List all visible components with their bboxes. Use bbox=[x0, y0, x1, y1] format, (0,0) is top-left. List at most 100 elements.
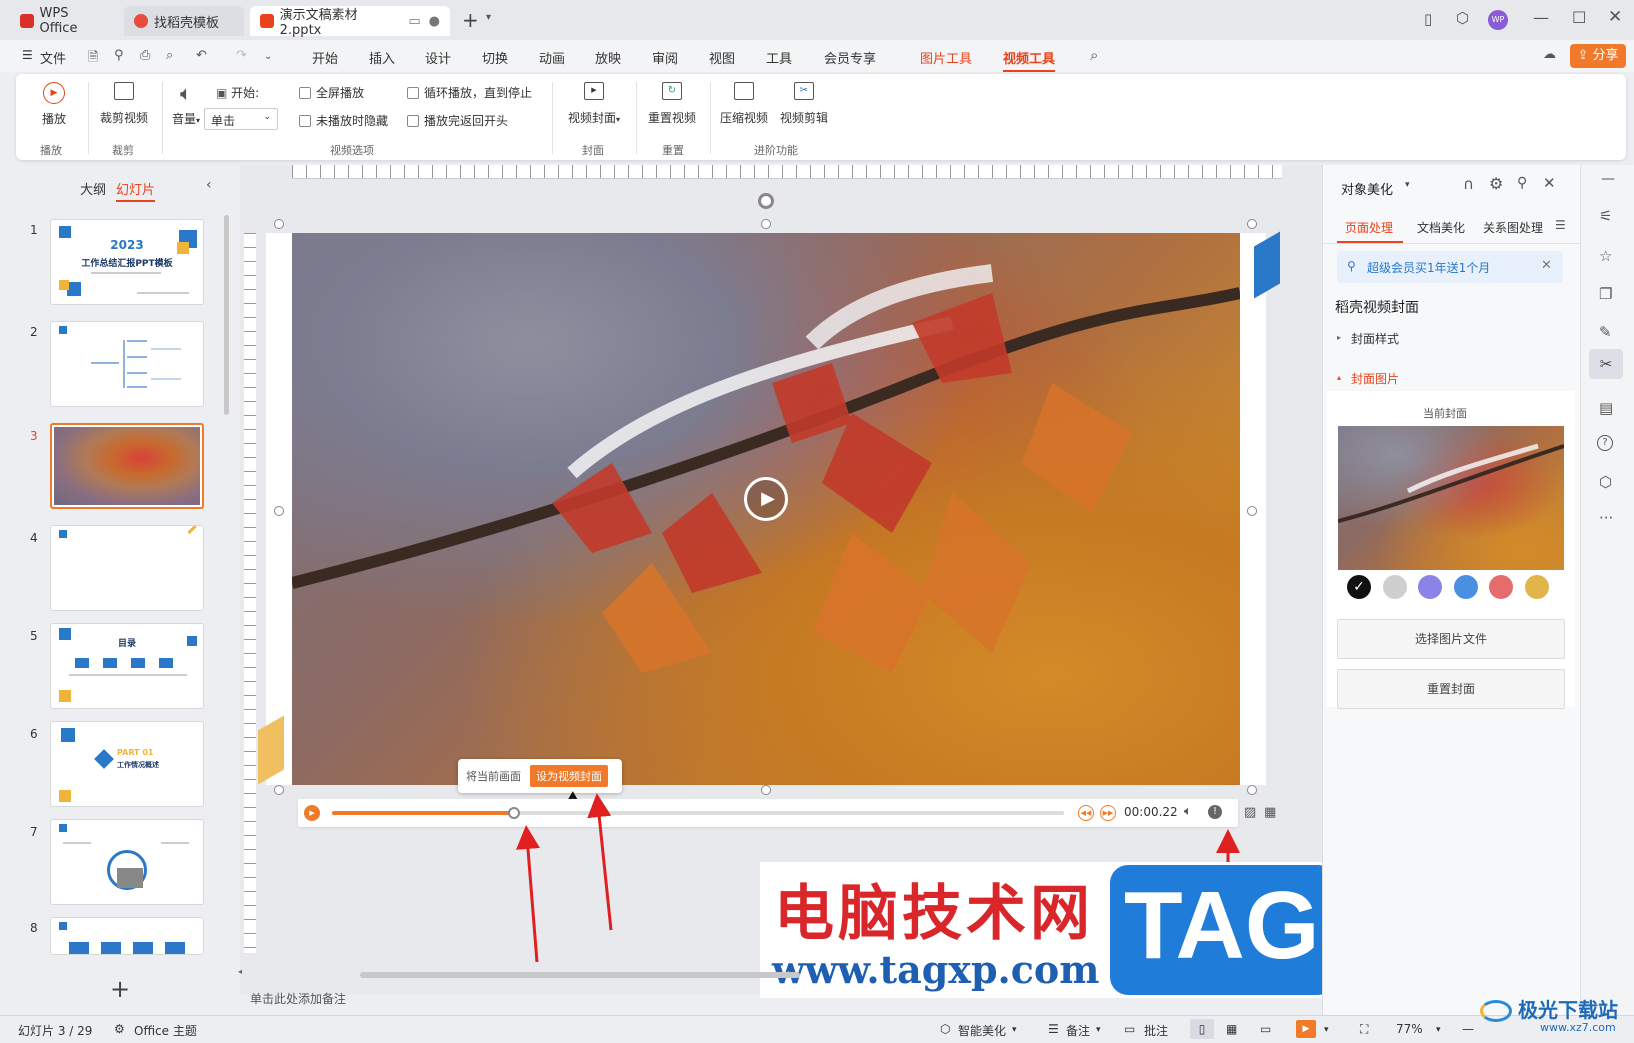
comments-button[interactable]: 批注 bbox=[1144, 1022, 1168, 1039]
slide-thumbnail-6[interactable]: PART 01 工作情况概述 bbox=[50, 721, 204, 807]
new-tab-button[interactable]: + bbox=[462, 8, 479, 32]
menu-picture-tools[interactable]: 图片工具 bbox=[920, 48, 972, 67]
cover-color-swatch[interactable]: ✓ bbox=[1347, 575, 1371, 599]
monitor-icon[interactable]: ▭ bbox=[408, 14, 420, 29]
tab-list-chevron-icon[interactable]: ▾ bbox=[486, 12, 491, 23]
menu-design[interactable]: 设计 bbox=[425, 48, 451, 67]
tab-outline[interactable]: 大纲 bbox=[80, 179, 106, 198]
fit-icon[interactable]: ⛶ bbox=[1360, 1022, 1368, 1037]
chevron-down-icon[interactable]: ▾ bbox=[1324, 1025, 1329, 1035]
help-icon[interactable]: ? bbox=[1597, 435, 1613, 451]
maximize-icon[interactable]: ☐ bbox=[1572, 8, 1586, 27]
thumbnail-scrollbar[interactable] bbox=[224, 215, 229, 415]
chevron-down-icon[interactable]: ▾ bbox=[1096, 1025, 1101, 1035]
menu-slideshow[interactable]: 放映 bbox=[595, 48, 621, 67]
headset-icon[interactable]: ∩ bbox=[1463, 175, 1474, 193]
zoom-out-icon[interactable]: — bbox=[1462, 1022, 1474, 1036]
chevron-down-icon[interactable]: ▾ bbox=[1405, 180, 1410, 190]
menu-animation[interactable]: 动画 bbox=[539, 48, 565, 67]
share-button[interactable]: ⇪ 分享 bbox=[1570, 44, 1626, 68]
menu-transition[interactable]: 切换 bbox=[482, 48, 508, 67]
chevron-down-icon[interactable]: ▾ bbox=[1012, 1025, 1017, 1035]
layout-icon[interactable]: ▯ bbox=[1424, 10, 1432, 28]
cover-style-toggle[interactable]: 封面样式 bbox=[1351, 330, 1399, 347]
tab-wps-office[interactable]: WPS Office bbox=[10, 6, 118, 36]
cover-color-swatch[interactable] bbox=[1418, 575, 1442, 599]
promo-close-icon[interactable]: ✕ bbox=[1541, 258, 1552, 273]
adjust-icon[interactable]: ⚟ bbox=[1599, 207, 1612, 225]
beautify-tool-icon[interactable]: ✂ bbox=[1589, 349, 1623, 379]
menu-tools[interactable]: 工具 bbox=[766, 48, 792, 67]
volume-button[interactable]: 🔈︎ 音量▾ bbox=[166, 82, 206, 127]
tab-slides[interactable]: 幻灯片 bbox=[116, 179, 156, 202]
reset-video-button[interactable]: ↻ 重置视频 bbox=[644, 82, 700, 126]
more-icon[interactable]: ··· bbox=[1599, 509, 1613, 527]
cube-icon[interactable]: ⬡ bbox=[1456, 9, 1469, 27]
play-button[interactable]: ▶ 播放 bbox=[34, 82, 74, 127]
more-menu-icon[interactable]: ☰ bbox=[1555, 218, 1566, 232]
collapse-panel-icon[interactable]: ‹ bbox=[206, 177, 212, 193]
slide-thumbnail-5[interactable]: 目录 bbox=[50, 623, 204, 709]
menu-file[interactable]: 文件 bbox=[40, 48, 66, 67]
slide-thumbnail-7[interactable] bbox=[50, 819, 204, 905]
menu-member[interactable]: 会员专享 bbox=[824, 48, 876, 67]
cover-color-swatch[interactable] bbox=[1382, 575, 1407, 599]
start-select[interactable]: 单击 ⌄ bbox=[204, 108, 278, 130]
slide-thumbnail-4[interactable] bbox=[50, 525, 204, 611]
link-icon[interactable]: ⚲ bbox=[114, 48, 124, 63]
reset-cover-button[interactable]: 重置封面 bbox=[1337, 669, 1565, 709]
video-edit-button[interactable]: ✂ 视频剪辑 bbox=[776, 82, 832, 126]
menu-view[interactable]: 视图 bbox=[709, 48, 735, 67]
more-chevron-icon[interactable]: ⌄ bbox=[264, 51, 272, 62]
tab-relation-chart[interactable]: 关系图处理 bbox=[1483, 219, 1543, 236]
choose-image-file-button[interactable]: 选择图片文件 bbox=[1337, 619, 1565, 659]
grid-view-icon[interactable]: ▦ bbox=[1226, 1022, 1237, 1036]
tab-docer[interactable]: 找稻壳模板 bbox=[124, 6, 244, 36]
cube-tool-icon[interactable]: ⬡ bbox=[1599, 473, 1612, 491]
print-icon[interactable]: ⎙ bbox=[140, 48, 150, 63]
promo-banner[interactable]: ⚲ 超级会员买1年送1个月 ✕ bbox=[1337, 251, 1563, 283]
cloud-icon[interactable]: ☁ bbox=[1543, 47, 1556, 62]
copy-icon[interactable]: ❐ bbox=[1599, 285, 1612, 303]
cover-color-swatch[interactable] bbox=[1524, 575, 1549, 599]
video-cover-button[interactable]: ▶ 视频封面▾ bbox=[562, 82, 626, 126]
star-icon[interactable]: ☆ bbox=[1599, 247, 1612, 265]
notes-area[interactable] bbox=[240, 985, 1322, 995]
theme-name[interactable]: Office 主题 bbox=[134, 1022, 197, 1039]
tab-active-document[interactable]: 演示文稿素材2.pptx ▭ ● bbox=[250, 6, 450, 38]
compress-video-button[interactable]: 压缩视频 bbox=[716, 82, 772, 126]
avatar[interactable]: WP bbox=[1488, 10, 1508, 30]
chevron-down-icon[interactable]: ▾ bbox=[1436, 1025, 1441, 1035]
scroll-left-icon[interactable]: ◂ bbox=[238, 967, 242, 976]
normal-view-icon[interactable]: ▯ bbox=[1190, 1019, 1214, 1039]
undo-icon[interactable]: ↶ bbox=[196, 48, 207, 63]
notes-button[interactable]: 备注 bbox=[1066, 1022, 1090, 1039]
menu-insert[interactable]: 插入 bbox=[369, 48, 395, 67]
loop-checkbox[interactable]: 循环播放，直到停止 bbox=[407, 84, 532, 101]
slide-thumbnail-8[interactable] bbox=[50, 917, 204, 955]
smart-beautify-button[interactable]: 智能美化 bbox=[958, 1022, 1006, 1039]
slide-thumbnail-1[interactable]: 2023 工作总结汇报PPT模板 bbox=[50, 219, 204, 305]
gear-icon[interactable]: ⚙ bbox=[1489, 174, 1503, 193]
tab-doc-beautify[interactable]: 文档美化 bbox=[1417, 219, 1465, 236]
panel-close-icon[interactable]: ✕ bbox=[1543, 174, 1556, 192]
collapse-sidebar-icon[interactable]: — bbox=[1601, 171, 1615, 187]
trim-video-button[interactable]: 裁剪视频 bbox=[92, 82, 156, 126]
slide-thumbnail-2[interactable] bbox=[50, 321, 204, 407]
menu-video-tools[interactable]: 视频工具 bbox=[1003, 48, 1056, 72]
menu-home[interactable]: 开始 bbox=[312, 48, 338, 67]
edit-icon[interactable]: ✎ bbox=[1599, 323, 1612, 341]
redo-icon[interactable]: ↷ bbox=[236, 48, 247, 63]
tab-page-processing[interactable]: 页面处理 bbox=[1345, 219, 1393, 236]
rewind-checkbox[interactable]: 播放完返回开头 bbox=[407, 112, 508, 129]
notes-placeholder[interactable]: 单击此处添加备注 bbox=[250, 990, 346, 1007]
cover-color-swatch[interactable] bbox=[1453, 575, 1478, 599]
add-slide-button[interactable]: + bbox=[110, 975, 130, 1003]
zoom-level[interactable]: 77% bbox=[1396, 1022, 1423, 1036]
slideshow-button[interactable]: ▶ bbox=[1296, 1020, 1316, 1038]
preview-icon[interactable]: ⌕ bbox=[166, 48, 173, 63]
pin-icon[interactable]: ⚲ bbox=[1517, 175, 1527, 191]
close-icon[interactable]: ✕ bbox=[1608, 7, 1622, 27]
slide-thumbnail-3-selected[interactable] bbox=[50, 423, 204, 509]
menu-review[interactable]: 审阅 bbox=[652, 48, 678, 67]
